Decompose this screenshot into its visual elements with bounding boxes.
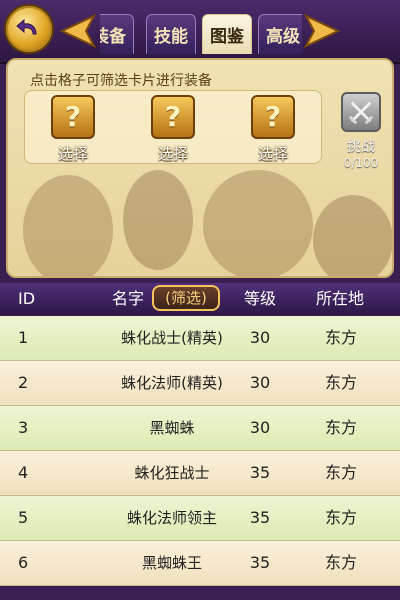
card-slot-1[interactable]: ? 选择 bbox=[39, 95, 107, 164]
table-row[interactable]: 6 黑蜘蛛王 35 东方 bbox=[0, 541, 400, 586]
tab-skills[interactable]: 技能 bbox=[146, 14, 196, 54]
row-level: 35 bbox=[249, 553, 271, 572]
header-level: 等级 bbox=[244, 289, 277, 308]
challenge-button[interactable]: 挑战 0/100 bbox=[332, 92, 390, 170]
monster-table: 1 蛛化战士(精英) 30 东方 2 蛛化法师(精英) 30 东方 3 黑蜘蛛 … bbox=[0, 316, 400, 586]
table-row[interactable]: 2 蛛化法师(精英) 30 东方 bbox=[0, 361, 400, 406]
slot-label: 选择 bbox=[57, 145, 88, 163]
card-slot-panel: 点击格子可筛选卡片进行装备 ? 选择 ? 选择 ? 选择 挑战 0/100 bbox=[6, 58, 394, 278]
card-slot-3[interactable]: ? 选择 bbox=[239, 95, 307, 164]
header-location: 所在地 bbox=[316, 289, 365, 308]
row-level: 35 bbox=[249, 463, 271, 482]
question-mark-icon: ? bbox=[51, 95, 95, 139]
table-row[interactable]: 4 蛛化狂战士 35 东方 bbox=[0, 451, 400, 496]
table-header: ID 名字 (筛选) 等级 所在地 bbox=[0, 283, 400, 315]
question-mark-icon: ? bbox=[151, 95, 195, 139]
panel-background-art bbox=[23, 170, 392, 276]
row-id: 5 bbox=[18, 508, 29, 527]
row-level: 35 bbox=[249, 508, 271, 527]
card-slot-2[interactable]: ? 选择 bbox=[139, 95, 207, 164]
row-location: 东方 bbox=[324, 328, 357, 347]
slot-label: 选择 bbox=[257, 145, 288, 163]
slot-label: 选择 bbox=[157, 145, 188, 163]
back-button[interactable] bbox=[4, 4, 54, 54]
row-id: 1 bbox=[18, 328, 29, 347]
row-location: 东方 bbox=[324, 373, 357, 392]
row-id: 4 bbox=[18, 463, 29, 482]
filter-button[interactable]: (筛选) bbox=[152, 285, 220, 311]
table-row[interactable]: 5 蛛化法师领主 35 东方 bbox=[0, 496, 400, 541]
row-id: 2 bbox=[18, 373, 29, 392]
challenge-count: 0/100 bbox=[343, 156, 379, 170]
row-location: 东方 bbox=[324, 553, 357, 572]
row-location: 东方 bbox=[324, 418, 357, 437]
tab-bar: 装备 技能 图鉴 高级 bbox=[100, 14, 302, 54]
tab-scroll-left-arrow[interactable] bbox=[60, 14, 96, 48]
tab-advanced[interactable]: 高级 bbox=[258, 14, 302, 54]
row-level: 30 bbox=[249, 328, 271, 347]
top-bar: 装备 技能 图鉴 高级 bbox=[0, 0, 400, 64]
question-mark-icon: ? bbox=[251, 95, 295, 139]
row-level: 30 bbox=[249, 418, 271, 437]
panel-hint: 点击格子可筛选卡片进行装备 bbox=[30, 73, 212, 89]
table-row[interactable]: 1 蛛化战士(精英) 30 东方 bbox=[0, 316, 400, 361]
row-level: 30 bbox=[249, 373, 271, 392]
row-id: 6 bbox=[18, 553, 29, 572]
row-location: 东方 bbox=[324, 463, 357, 482]
table-row[interactable]: 3 黑蜘蛛 30 东方 bbox=[0, 406, 400, 451]
row-location: 东方 bbox=[324, 508, 357, 527]
row-id: 3 bbox=[18, 418, 29, 437]
crossed-swords-icon bbox=[341, 92, 381, 132]
tab-catalog[interactable]: 图鉴 bbox=[202, 14, 252, 54]
challenge-label: 挑战 bbox=[347, 139, 375, 155]
tab-equipment[interactable]: 装备 bbox=[100, 14, 134, 54]
header-name: 名字 bbox=[112, 289, 145, 308]
card-slots: ? 选择 ? 选择 ? 选择 bbox=[24, 90, 322, 164]
tab-scroll-right-arrow[interactable] bbox=[304, 14, 340, 48]
back-arrow-icon bbox=[16, 18, 37, 35]
header-id: ID bbox=[18, 289, 36, 308]
